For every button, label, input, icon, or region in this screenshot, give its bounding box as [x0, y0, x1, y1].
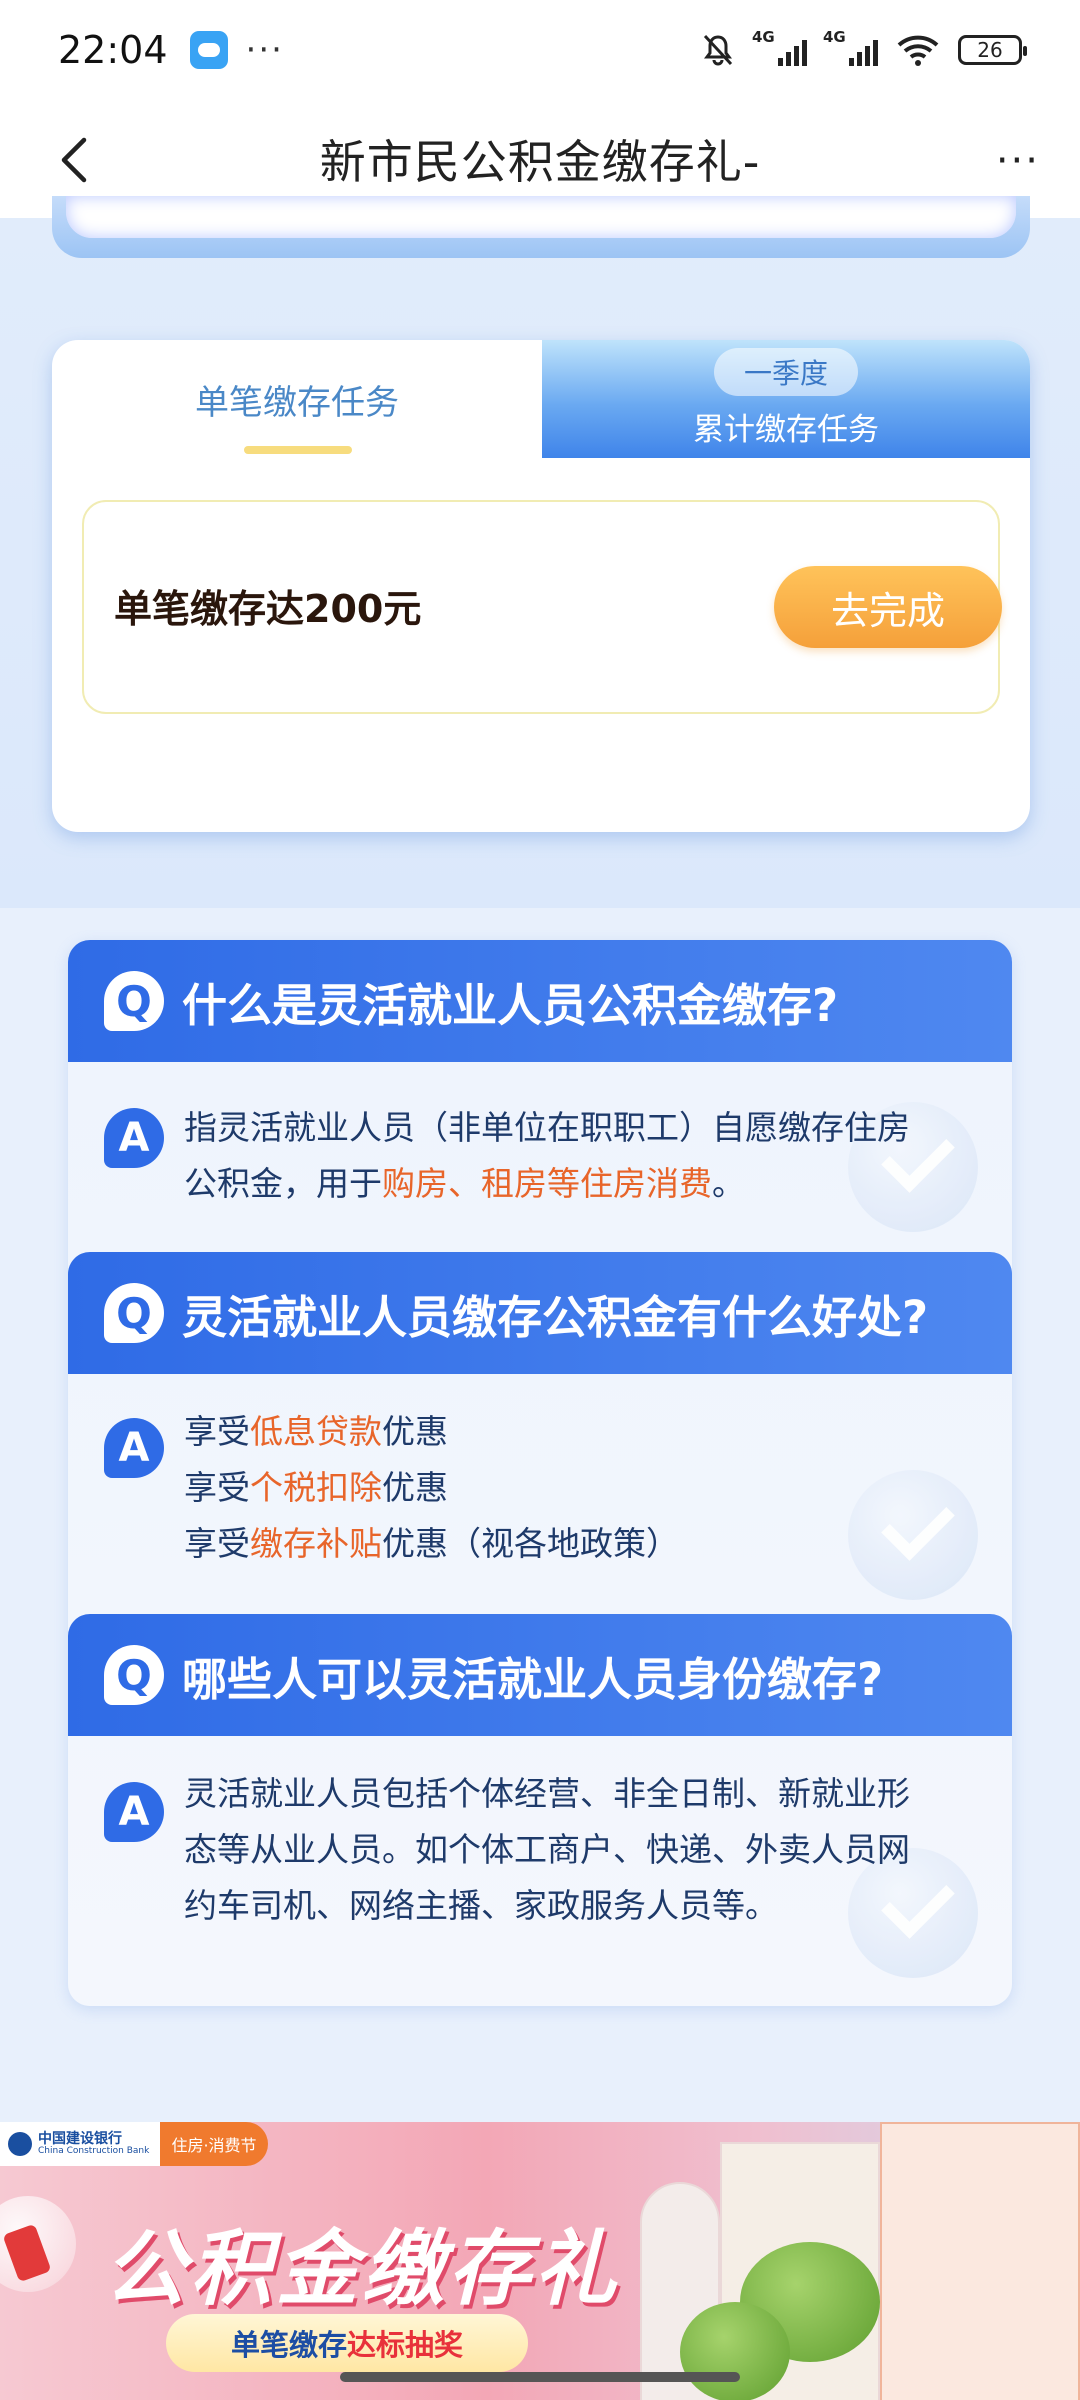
tree-illustration	[680, 2302, 790, 2400]
status-more-icon: ···	[245, 30, 284, 70]
page-title: 新市民公积金缴存礼-	[319, 135, 761, 189]
tab-single-deposit[interactable]: 单笔缴存任务	[52, 340, 542, 458]
quarter-badge: 一季度	[714, 348, 858, 396]
tab-single-deposit-label: 单笔缴存任务	[195, 382, 399, 423]
task-description: 单笔缴存达200元	[114, 587, 422, 631]
go-complete-button[interactable]: 去完成	[774, 566, 1002, 648]
active-tab-indicator	[244, 446, 352, 454]
previous-card-edge	[52, 196, 1030, 258]
faq-question-2: Q 灵活就业人员缴存公积金有什么好处?	[68, 1252, 1012, 1374]
promo-banner[interactable]: 中国建设银行 China Construction Bank 住房·消费节 公积…	[0, 2122, 1080, 2400]
q-icon: Q	[104, 1283, 164, 1343]
tab-cumulative-deposit[interactable]: 一季度 累计缴存任务	[542, 340, 1030, 458]
faq-answer-1: A 指灵活就业人员（非单位在职职工）自愿缴存住房 公积金，用于购房、租房等住房消…	[68, 1062, 1012, 1252]
building-illustration	[880, 2122, 1080, 2400]
event-tag: 住房·消费节	[160, 2122, 268, 2166]
home-indicator[interactable]	[340, 2372, 740, 2382]
mute-bell-icon	[703, 34, 733, 66]
a-icon: A	[104, 1108, 164, 1168]
ccb-logo: 中国建设银行 China Construction Bank	[0, 2122, 160, 2166]
tab-cumulative-deposit-label: 累计缴存任务	[693, 412, 879, 448]
back-arrow-icon[interactable]	[48, 130, 108, 190]
ccb-logo-icon	[8, 2132, 32, 2156]
battery-icon: 26	[958, 35, 1027, 65]
faq-question-1: Q 什么是灵活就业人员公积金缴存?	[68, 940, 1012, 1062]
faq-answer-1-text: 指灵活就业人员（非单位在职职工）自愿缴存住房 公积金，用于购房、租房等住房消费。	[184, 1108, 910, 1203]
signal-4g-2-icon: 4G	[823, 28, 878, 66]
a-icon: A	[104, 1782, 164, 1842]
banner-header: 中国建设银行 China Construction Bank 住房·消费节	[0, 2122, 268, 2166]
faq-question-1-text: 什么是灵活就业人员公积金缴存?	[182, 978, 839, 1032]
cloud-app-icon	[189, 31, 228, 69]
faq-question-3: Q 哪些人可以灵活就业人员身份缴存?	[68, 1614, 1012, 1736]
faq-question-3-text: 哪些人可以灵活就业人员身份缴存?	[182, 1652, 884, 1706]
status-time: 22:04	[58, 28, 168, 72]
signal-4g-1-icon: 4G	[752, 28, 807, 66]
faq-answer-3-text: 灵活就业人员包括个体经营、非全日制、新就业形 态等从业人员。如个体工商户、快递、…	[184, 1774, 910, 1925]
status-bar: 22:04 ··· 4G 4G 26	[0, 0, 1080, 100]
q-icon: Q	[104, 971, 164, 1031]
faq-answer-3: A 灵活就业人员包括个体经营、非全日制、新就业形 态等从业人员。如个体工商户、快…	[68, 1736, 1012, 2006]
task-item: 单笔缴存达200元 去完成	[82, 500, 1002, 714]
banner-title: 公积金缴存礼	[104, 2222, 620, 2317]
wifi-icon	[897, 35, 939, 66]
a-icon: A	[104, 1418, 164, 1478]
faq-answer-2-text: 享受低息贷款优惠 享受个税扣除优惠 享受缴存补贴优惠（视各地政策）	[184, 1412, 679, 1563]
banner-subtitle: 单笔缴存 达标抽奖	[166, 2314, 528, 2372]
q-icon: Q	[104, 1645, 164, 1705]
faq-answer-2: A 享受低息贷款优惠 享受个税扣除优惠 享受缴存补贴优惠（视各地政策）	[68, 1374, 1012, 1614]
more-menu-icon[interactable]: ···	[996, 138, 1040, 184]
faq-question-2-text: 灵活就业人员缴存公积金有什么好处?	[182, 1290, 929, 1344]
task-card: 单笔缴存任务 一季度 累计缴存任务 单笔缴存达200元 去完成	[52, 340, 1030, 832]
